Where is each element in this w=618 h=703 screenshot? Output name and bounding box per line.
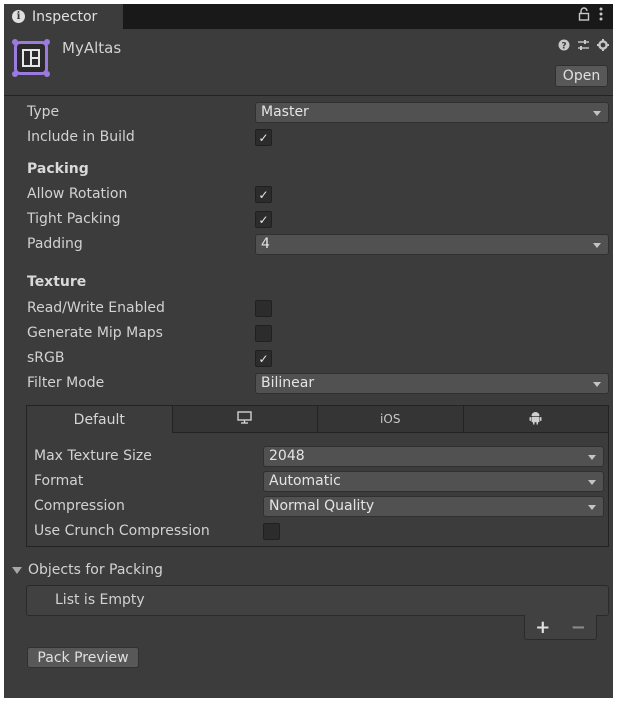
dropdown-arrow-icon xyxy=(588,505,596,510)
mip-maps-row: Generate Mip Maps xyxy=(4,323,613,345)
include-in-build-row: Include in Build ✓ xyxy=(4,127,613,149)
objects-list: List is Empty xyxy=(26,585,609,616)
compression-row: Compression Normal Quality xyxy=(27,496,608,518)
type-label: Type xyxy=(27,104,60,120)
dropdown-arrow-icon xyxy=(588,455,596,460)
srgb-row: sRGB ✓ xyxy=(4,348,613,370)
mip-maps-checkbox[interactable] xyxy=(255,325,272,342)
allow-rotation-label: Allow Rotation xyxy=(27,186,128,202)
packing-heading: Packing xyxy=(27,161,89,177)
tab-android[interactable] xyxy=(463,406,608,433)
platform-tabs: Default iOS xyxy=(27,406,608,433)
objects-for-packing-foldout[interactable]: Objects for Packing xyxy=(12,562,163,578)
tight-packing-row: Tight Packing ✓ xyxy=(4,209,613,231)
format-row: Format Automatic xyxy=(27,471,608,493)
crunch-row: Use Crunch Compression xyxy=(27,521,608,543)
allow-rotation-checkbox[interactable]: ✓ xyxy=(255,186,272,203)
type-dropdown[interactable]: Master xyxy=(255,102,609,123)
compression-value: Normal Quality xyxy=(269,498,375,514)
open-button[interactable]: Open xyxy=(555,65,608,87)
tab-ios[interactable]: iOS xyxy=(318,406,464,433)
svg-text:?: ? xyxy=(561,42,566,52)
type-value: Master xyxy=(261,104,309,120)
compression-dropdown[interactable]: Normal Quality xyxy=(263,496,604,517)
read-write-checkbox[interactable] xyxy=(255,300,272,317)
include-in-build-checkbox[interactable]: ✓ xyxy=(255,129,272,146)
filter-mode-row: Filter Mode Bilinear xyxy=(4,373,613,395)
dropdown-arrow-icon xyxy=(593,111,601,116)
read-write-label: Read/Write Enabled xyxy=(27,300,165,316)
kebab-menu-icon[interactable] xyxy=(599,7,603,25)
padding-dropdown[interactable]: 4 xyxy=(255,234,609,255)
dropdown-arrow-icon xyxy=(588,480,596,485)
foldout-arrow-icon xyxy=(12,566,22,574)
header-icons: ? xyxy=(558,39,609,55)
info-icon: i xyxy=(12,10,25,23)
include-in-build-label: Include in Build xyxy=(27,129,135,145)
srgb-label: sRGB xyxy=(27,350,65,366)
allow-rotation-row: Allow Rotation ✓ xyxy=(4,184,613,206)
platform-settings: Default iOS Max Texture Size 2048 Format xyxy=(26,405,609,547)
empty-list-text: List is Empty xyxy=(55,592,145,608)
max-texture-size-row: Max Texture Size 2048 xyxy=(27,446,608,468)
settings-gear-icon[interactable] xyxy=(597,39,609,55)
asset-header: MyAltas ? Open xyxy=(4,29,613,96)
tab-bar: i Inspector xyxy=(4,4,613,29)
type-row: Type Master xyxy=(4,102,613,124)
sprite-atlas-icon xyxy=(12,39,50,77)
list-footer: + − xyxy=(524,615,597,640)
monitor-icon xyxy=(237,411,252,427)
read-write-row: Read/Write Enabled xyxy=(4,298,613,320)
format-dropdown[interactable]: Automatic xyxy=(263,471,604,492)
tab-tools xyxy=(578,7,603,25)
filter-mode-dropdown[interactable]: Bilinear xyxy=(255,373,609,394)
help-icon[interactable]: ? xyxy=(558,39,570,55)
filter-mode-value: Bilinear xyxy=(261,375,315,391)
mip-maps-label: Generate Mip Maps xyxy=(27,325,163,341)
format-label: Format xyxy=(34,473,84,489)
objects-for-packing-label: Objects for Packing xyxy=(28,562,163,578)
padding-row: Padding 4 xyxy=(4,234,613,256)
texture-heading: Texture xyxy=(27,274,87,290)
max-texture-size-value: 2048 xyxy=(269,448,305,464)
tab-default[interactable]: Default xyxy=(27,406,173,433)
max-texture-size-dropdown[interactable]: 2048 xyxy=(263,446,604,467)
format-value: Automatic xyxy=(269,473,341,489)
tab-standalone[interactable] xyxy=(172,406,318,433)
tight-packing-checkbox[interactable]: ✓ xyxy=(255,211,272,228)
presets-icon[interactable] xyxy=(577,39,590,55)
srgb-checkbox[interactable]: ✓ xyxy=(255,350,272,367)
crunch-checkbox[interactable] xyxy=(263,523,280,540)
filter-mode-label: Filter Mode xyxy=(27,375,105,391)
asset-name: MyAltas xyxy=(62,39,122,57)
compression-label: Compression xyxy=(34,498,125,514)
padding-label: Padding xyxy=(27,236,83,252)
remove-item-button[interactable]: − xyxy=(571,617,586,638)
dropdown-arrow-icon xyxy=(593,243,601,248)
crunch-label: Use Crunch Compression xyxy=(34,523,210,539)
lock-icon[interactable] xyxy=(578,7,590,25)
tab-inspector[interactable]: i Inspector xyxy=(4,4,123,29)
tab-label: Inspector xyxy=(32,8,98,25)
add-item-button[interactable]: + xyxy=(535,617,550,638)
inspector-window: i Inspector MyAltas ? Open Type Master I… xyxy=(4,4,613,698)
padding-value: 4 xyxy=(261,236,270,252)
max-texture-size-label: Max Texture Size xyxy=(34,448,152,464)
dropdown-arrow-icon xyxy=(593,382,601,387)
android-icon xyxy=(529,411,542,428)
pack-preview-button[interactable]: Pack Preview xyxy=(27,647,139,668)
tight-packing-label: Tight Packing xyxy=(27,211,121,227)
